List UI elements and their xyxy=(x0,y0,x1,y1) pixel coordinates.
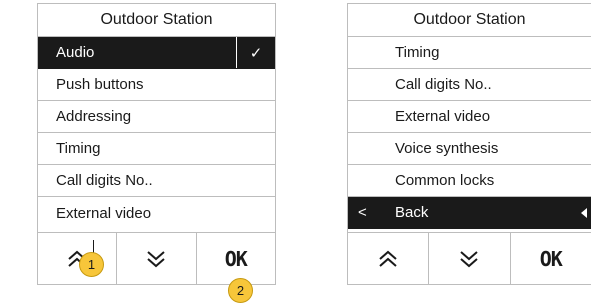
back-arrow-icon: < xyxy=(358,204,367,221)
callout-marker-1: 1 xyxy=(79,252,104,277)
scroll-up-button[interactable] xyxy=(38,233,118,284)
ok-label: OK xyxy=(539,246,563,271)
menu-item-timing[interactable]: Timing xyxy=(348,37,591,69)
menu-item-label: Timing xyxy=(56,140,101,157)
menu-item-label: Push buttons xyxy=(56,76,144,93)
ok-label: OK xyxy=(224,246,248,271)
scroll-up-button[interactable] xyxy=(348,233,430,284)
menu-item-label: Audio xyxy=(56,44,95,61)
menu-item-push-buttons[interactable]: Push buttons xyxy=(38,69,275,101)
menu-item-label: Call digits No.. xyxy=(395,76,492,93)
double-chevron-down-icon xyxy=(460,250,479,267)
right-display-panel: Outdoor Station Timing Call digits No.. … xyxy=(347,3,591,285)
back-label: Back xyxy=(395,204,429,221)
menu-item-label: Timing xyxy=(395,44,440,61)
menu-item-common-locks[interactable]: Common locks xyxy=(348,165,591,197)
menu-item-call-digits[interactable]: Call digits No.. xyxy=(348,69,591,101)
double-chevron-up-icon xyxy=(379,250,397,267)
double-chevron-down-icon xyxy=(147,250,166,267)
menu-item-timing[interactable]: Timing xyxy=(38,133,275,165)
menu-item-label: External video xyxy=(56,204,152,222)
scroll-down-button[interactable] xyxy=(429,233,511,284)
marker-number: 2 xyxy=(236,283,245,298)
scroll-down-button[interactable] xyxy=(117,233,197,284)
menu-item-label: Voice synthesis xyxy=(395,140,499,157)
menu-item-audio[interactable]: Audio ✓ xyxy=(38,37,275,69)
checkmark-icon: ✓ xyxy=(236,37,275,68)
panel-title: Outdoor Station xyxy=(348,4,591,37)
menu-item-label: Addressing xyxy=(56,108,132,125)
button-bar: OK xyxy=(348,232,591,284)
ok-button[interactable]: OK xyxy=(511,233,591,284)
triangle-left-icon xyxy=(581,208,587,218)
ok-button[interactable]: OK xyxy=(197,233,275,284)
menu-item-addressing[interactable]: Addressing xyxy=(38,101,275,133)
button-bar: OK xyxy=(38,232,275,284)
left-display-panel: Outdoor Station Audio ✓ Push buttons Add… xyxy=(37,3,276,285)
menu-item-label: Common locks xyxy=(395,172,495,189)
menu-item-label: Call digits No.. xyxy=(56,172,153,189)
panel-title: Outdoor Station xyxy=(38,4,275,37)
back-row[interactable]: < Back xyxy=(348,197,591,229)
callout-marker-2: 2 xyxy=(228,278,253,303)
menu-item-call-digits[interactable]: Call digits No.. xyxy=(38,165,275,197)
menu-item-label: External video xyxy=(395,108,491,125)
menu-item-external-video[interactable]: External video xyxy=(348,101,591,133)
menu-item-voice-synthesis[interactable]: Voice synthesis xyxy=(348,133,591,165)
menu-item-external-video[interactable]: External video xyxy=(38,197,275,229)
marker-number: 1 xyxy=(87,257,96,272)
